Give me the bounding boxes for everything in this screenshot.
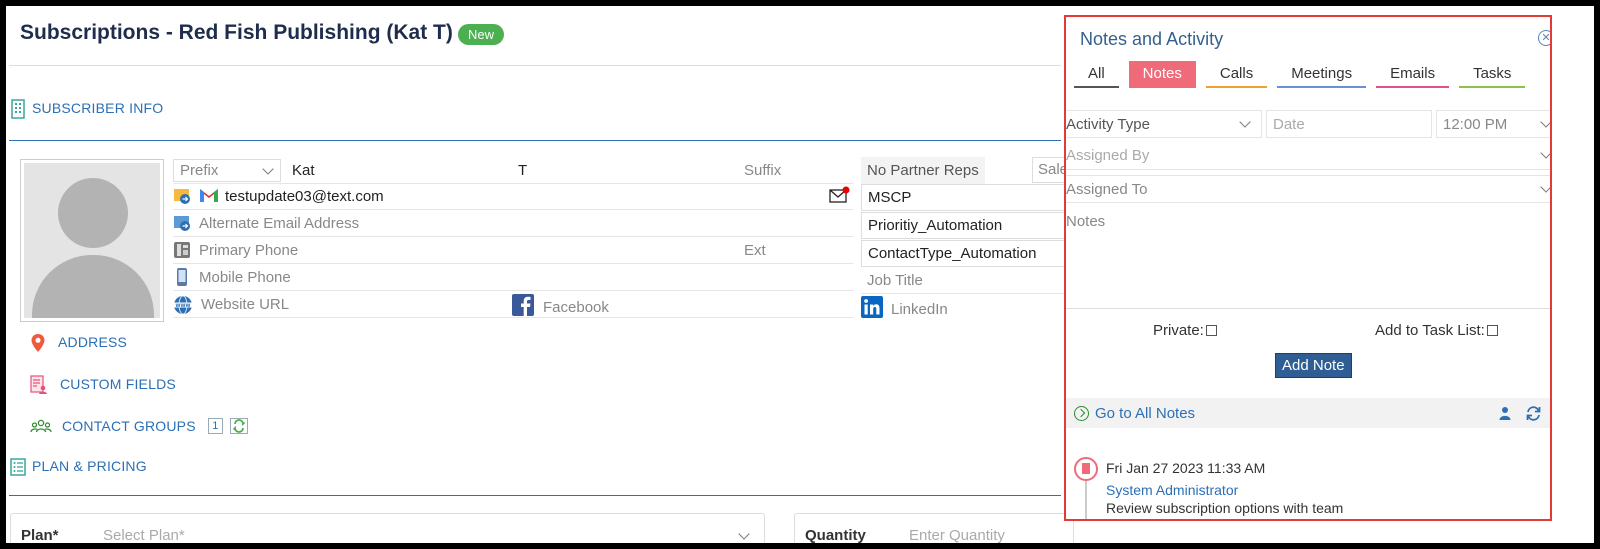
activity-tabs: All Notes Calls Meetings Emails Tasks bbox=[1074, 61, 1526, 88]
chevron-down-icon bbox=[1540, 181, 1550, 193]
custom-field-priority[interactable]: Prioritiy_Automation bbox=[861, 212, 1071, 239]
header-divider bbox=[9, 65, 1061, 66]
tab-meetings[interactable]: Meetings bbox=[1277, 61, 1367, 88]
envelope-icon[interactable] bbox=[829, 186, 851, 208]
building-icon bbox=[10, 99, 26, 119]
go-to-all-notes-bar: Go to All Notes bbox=[1066, 398, 1550, 428]
mobile-phone-field[interactable]: Mobile Phone bbox=[199, 269, 291, 286]
primary-phone-row: Primary Phone Ext bbox=[173, 237, 853, 264]
subscriber-info-label: SUBSCRIBER INFO bbox=[32, 100, 164, 116]
tab-emails[interactable]: Emails bbox=[1376, 61, 1450, 88]
private-checkbox-row: Private: bbox=[1153, 322, 1217, 339]
first-name-field[interactable]: Kat bbox=[292, 162, 315, 179]
mobile-icon bbox=[173, 268, 191, 286]
tab-calls[interactable]: Calls bbox=[1205, 61, 1268, 88]
users-group-icon bbox=[30, 417, 52, 435]
last-name-field[interactable]: T bbox=[518, 162, 527, 179]
date-field[interactable]: Date bbox=[1266, 110, 1432, 138]
note-author-link[interactable]: System Administrator bbox=[1106, 482, 1238, 498]
task-list-checkbox-row: Add to Task List: bbox=[1375, 322, 1498, 339]
gmail-icon bbox=[199, 187, 218, 205]
map-pin-icon bbox=[30, 333, 46, 352]
plan-divider bbox=[9, 495, 1061, 496]
chevron-down-icon bbox=[1239, 116, 1251, 128]
notes-activity-panel: Notes and Activity ✕ All Notes Calls Mee… bbox=[1064, 15, 1552, 521]
custom-field-contact-type[interactable]: ContactType_Automation bbox=[861, 240, 1071, 267]
social-row: WWW Website URL Facebook bbox=[173, 291, 853, 318]
phone-icon bbox=[173, 241, 191, 259]
address-section[interactable]: ADDRESS bbox=[30, 333, 127, 352]
plan-pricing-section[interactable]: PLAN & PRICING bbox=[10, 457, 147, 476]
facebook-icon bbox=[512, 294, 534, 320]
close-icon[interactable]: ✕ bbox=[1538, 30, 1550, 46]
chevron-down-icon bbox=[1540, 147, 1550, 159]
custom-field-mscp[interactable]: MSCP bbox=[861, 184, 1071, 211]
tab-notes[interactable]: Notes bbox=[1128, 61, 1196, 88]
user-filter-icon[interactable] bbox=[1498, 405, 1512, 425]
job-title-field[interactable]: Job Title bbox=[861, 267, 1071, 294]
note-date: Fri Jan 27 2023 11:33 AM bbox=[1106, 460, 1266, 476]
assigned-by-select[interactable]: Assigned By bbox=[1066, 142, 1550, 170]
assigned-to-select[interactable]: Assigned To bbox=[1066, 175, 1550, 203]
subscriber-info-section[interactable]: SUBSCRIBER INFO bbox=[10, 99, 164, 119]
plan-select[interactable]: Plan* Select Plan* bbox=[10, 513, 765, 543]
activity-type-select[interactable]: Activity Type bbox=[1066, 110, 1262, 138]
task-list-checkbox[interactable] bbox=[1486, 325, 1498, 336]
time-select[interactable]: 12:00 PM bbox=[1436, 110, 1550, 138]
globe-icon: WWW bbox=[173, 295, 193, 315]
alt-email-field[interactable]: Alternate Email Address bbox=[199, 215, 359, 232]
chevron-down-icon bbox=[738, 528, 750, 540]
section-divider bbox=[9, 140, 1061, 141]
email-field[interactable]: testupdate03@text.com bbox=[225, 188, 384, 205]
mobile-phone-row: Mobile Phone bbox=[173, 264, 853, 291]
email-type-icon[interactable] bbox=[173, 187, 191, 205]
tab-all[interactable]: All bbox=[1074, 61, 1119, 88]
custom-fields-icon bbox=[30, 375, 47, 394]
suffix-field[interactable]: Suffix bbox=[744, 162, 781, 179]
chevron-down-icon bbox=[1540, 116, 1550, 128]
note-document-icon bbox=[1074, 457, 1098, 481]
contact-groups-count: 1 bbox=[207, 418, 223, 434]
tab-tasks[interactable]: Tasks bbox=[1459, 61, 1526, 88]
refresh-icon[interactable] bbox=[1525, 405, 1542, 426]
custom-fields-section[interactable]: CUSTOM FIELDS bbox=[30, 375, 176, 394]
linkedin-icon bbox=[861, 296, 883, 322]
ext-field[interactable]: Ext bbox=[744, 242, 766, 259]
arrow-circle-icon bbox=[1074, 405, 1089, 421]
page-title: Subscriptions - Red Fish Publishing (Kat… bbox=[20, 21, 453, 44]
alt-email-row: Alternate Email Address bbox=[173, 210, 853, 237]
panel-title: Notes and Activity bbox=[1080, 29, 1224, 49]
facebook-field[interactable]: Facebook bbox=[512, 294, 609, 320]
email-alt-icon bbox=[173, 214, 191, 232]
notes-textarea[interactable]: Notes bbox=[1066, 209, 1550, 309]
note-text: Review subscription options with team bbox=[1106, 500, 1344, 516]
contact-groups-section[interactable]: CONTACT GROUPS 1 bbox=[30, 417, 248, 435]
website-field[interactable]: Website URL bbox=[201, 296, 289, 313]
status-badge: New bbox=[458, 24, 505, 45]
private-checkbox[interactable] bbox=[1205, 325, 1217, 336]
refresh-groups-icon[interactable] bbox=[229, 418, 248, 434]
add-note-button[interactable]: Add Note bbox=[1275, 353, 1352, 378]
email-row: testupdate03@text.com bbox=[173, 183, 853, 210]
prefix-select[interactable]: Prefix bbox=[173, 158, 281, 182]
partner-reps-field[interactable]: No Partner Reps bbox=[861, 157, 985, 184]
name-row: Prefix Kat T Suffix bbox=[173, 157, 853, 184]
quantity-field[interactable]: Quantity Enter Quantity bbox=[794, 513, 1074, 543]
chevron-down-icon bbox=[262, 162, 274, 175]
go-to-all-notes-link[interactable]: Go to All Notes bbox=[1095, 405, 1195, 422]
avatar[interactable] bbox=[20, 159, 164, 322]
linkedin-field[interactable]: LinkedIn bbox=[861, 296, 948, 322]
app-window: Subscriptions - Red Fish Publishing (Kat… bbox=[6, 6, 1594, 543]
pricing-list-icon bbox=[10, 457, 26, 476]
svg-text:WWW: WWW bbox=[176, 303, 191, 309]
primary-phone-field[interactable]: Primary Phone bbox=[199, 242, 298, 259]
